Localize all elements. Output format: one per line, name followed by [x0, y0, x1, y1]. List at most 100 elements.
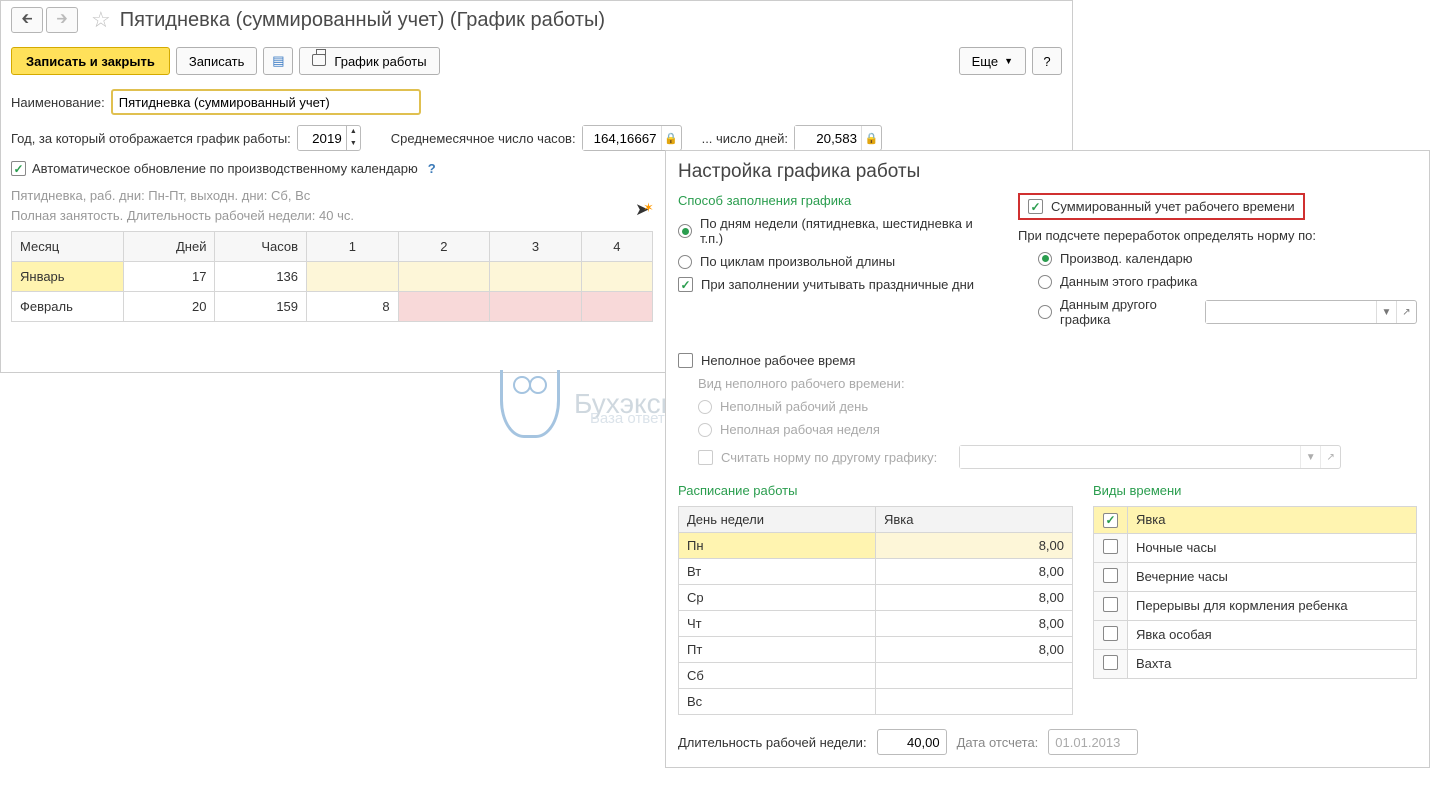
desc-line2: Полная занятость. Длительность рабочей н… — [11, 206, 354, 226]
help-link[interactable]: ? — [428, 161, 436, 176]
lock-icon[interactable]: 🔒 — [861, 126, 881, 150]
auto-update-checkbox[interactable] — [11, 161, 26, 176]
sum-account-label: Суммированный учет рабочего времени — [1051, 199, 1295, 214]
ref-date-label: Дата отсчета: — [957, 735, 1039, 750]
table-row[interactable]: Ср8,00 — [679, 585, 1073, 611]
list-icon-button[interactable]: ▤ — [263, 47, 293, 75]
spinner-down[interactable]: ▼ — [346, 138, 360, 150]
radio-prod-calendar[interactable] — [1038, 252, 1052, 266]
schedule-table[interactable]: День недели Явка Пн8,00Вт8,00Ср8,00Чт8,0… — [678, 506, 1073, 715]
cell-value[interactable]: 8,00 — [876, 611, 1073, 637]
table-row[interactable]: Сб — [679, 663, 1073, 689]
more-button[interactable]: Еще ▼ — [959, 47, 1026, 75]
radio-partial-week — [698, 423, 712, 437]
cell-hours: 159 — [215, 292, 307, 322]
radio-this-schedule[interactable] — [1038, 275, 1052, 289]
nav-forward-button[interactable]: 🡲 — [46, 7, 78, 33]
radio-other-schedule[interactable] — [1038, 305, 1052, 319]
cell-day[interactable] — [398, 292, 490, 322]
partial-time-label: Неполное рабочее время — [701, 353, 855, 368]
help-button[interactable]: ? — [1032, 47, 1062, 75]
combo-dropdown-icon[interactable]: ▼ — [1376, 301, 1396, 323]
avg-hours-input[interactable] — [583, 126, 661, 150]
sum-account-checkbox[interactable] — [1028, 199, 1043, 214]
save-button[interactable]: Записать — [176, 47, 258, 75]
cell-day: Чт — [679, 611, 876, 637]
cell-value[interactable]: 8,00 — [876, 585, 1073, 611]
types-table[interactable]: ЯвкаНочные часыВечерние часыПерерывы для… — [1093, 506, 1417, 679]
table-row[interactable]: Явка особая — [1094, 620, 1417, 649]
radio-by-weekdays[interactable] — [678, 224, 692, 238]
cell-day[interactable] — [398, 262, 490, 292]
year-input[interactable] — [298, 126, 346, 150]
cell-day[interactable] — [490, 292, 582, 322]
table-row[interactable]: Вечерние часы — [1094, 562, 1417, 591]
holidays-checkbox[interactable] — [678, 277, 693, 292]
type-checkbox[interactable] — [1103, 655, 1118, 670]
avg-days-input[interactable] — [795, 126, 861, 150]
th-days: Дней — [123, 232, 215, 262]
avg-days-field[interactable]: 🔒 — [794, 125, 882, 151]
cell-value[interactable] — [876, 689, 1073, 715]
other-schedule-input[interactable] — [1206, 301, 1376, 323]
table-row[interactable]: Январь17136 — [12, 262, 653, 292]
table-row[interactable]: Пн8,00 — [679, 533, 1073, 559]
table-row[interactable]: Чт8,00 — [679, 611, 1073, 637]
th-1: 1 — [307, 232, 399, 262]
cell-day[interactable] — [307, 262, 399, 292]
cell-checkbox[interactable] — [1094, 591, 1128, 620]
th-hours: Часов — [215, 232, 307, 262]
types-title: Виды времени — [1093, 483, 1417, 498]
type-checkbox[interactable] — [1103, 539, 1118, 554]
other-schedule-combo[interactable]: ▼ ↗ — [1205, 300, 1417, 324]
table-row[interactable]: Перерывы для кормления ребенка — [1094, 591, 1417, 620]
th-2: 2 — [398, 232, 490, 262]
table-row[interactable]: Пт8,00 — [679, 637, 1073, 663]
cell-month: Февраль — [12, 292, 124, 322]
cell-label: Ночные часы — [1128, 533, 1417, 562]
work-schedule-button[interactable]: График работы — [299, 47, 439, 75]
cell-day[interactable] — [490, 262, 582, 292]
week-len-input[interactable] — [877, 729, 947, 755]
type-checkbox[interactable] — [1103, 568, 1118, 583]
table-row[interactable]: Вт8,00 — [679, 559, 1073, 585]
favorite-star-icon[interactable]: ☆ — [91, 7, 111, 33]
cell-checkbox[interactable] — [1094, 533, 1128, 562]
table-row[interactable]: Февраль201598 — [12, 292, 653, 322]
cell-checkbox[interactable] — [1094, 507, 1128, 534]
avg-hours-field[interactable]: 🔒 — [582, 125, 682, 151]
table-row[interactable]: Ночные часы — [1094, 533, 1417, 562]
type-checkbox[interactable] — [1103, 513, 1118, 528]
nav-back-button[interactable]: 🡰 — [11, 7, 43, 33]
other-schedule-label: Данным другого графика — [1060, 297, 1184, 327]
radio-by-cycles[interactable] — [678, 255, 692, 269]
lock-icon[interactable]: 🔒 — [661, 126, 681, 150]
cell-day[interactable] — [581, 262, 652, 292]
cell-value[interactable]: 8,00 — [876, 637, 1073, 663]
table-row[interactable]: Вс — [679, 689, 1073, 715]
combo-open-icon[interactable]: ↗ — [1396, 301, 1416, 323]
cell-value[interactable] — [876, 663, 1073, 689]
avg-days-label: ... число дней: — [702, 131, 788, 146]
cell-checkbox[interactable] — [1094, 620, 1128, 649]
cell-checkbox[interactable] — [1094, 562, 1128, 591]
cell-value[interactable]: 8,00 — [876, 559, 1073, 585]
cell-month: Январь — [12, 262, 124, 292]
cell-day[interactable]: 8 — [307, 292, 399, 322]
cell-label: Вечерние часы — [1128, 562, 1417, 591]
table-row[interactable]: Вахта — [1094, 649, 1417, 678]
cell-checkbox[interactable] — [1094, 649, 1128, 678]
save-and-close-button[interactable]: Записать и закрыть — [11, 47, 170, 75]
radio-partial-day — [698, 400, 712, 414]
spinner-up[interactable]: ▲ — [346, 126, 360, 138]
cell-day[interactable] — [581, 292, 652, 322]
table-row[interactable]: Явка — [1094, 507, 1417, 534]
partial-time-checkbox[interactable] — [678, 353, 693, 368]
cell-day: Сб — [679, 663, 876, 689]
name-input[interactable] — [111, 89, 421, 115]
cell-value[interactable]: 8,00 — [876, 533, 1073, 559]
type-checkbox[interactable] — [1103, 597, 1118, 612]
cell-day: Пн — [679, 533, 876, 559]
type-checkbox[interactable] — [1103, 626, 1118, 641]
year-spinner[interactable]: ▲ ▼ — [297, 125, 361, 151]
